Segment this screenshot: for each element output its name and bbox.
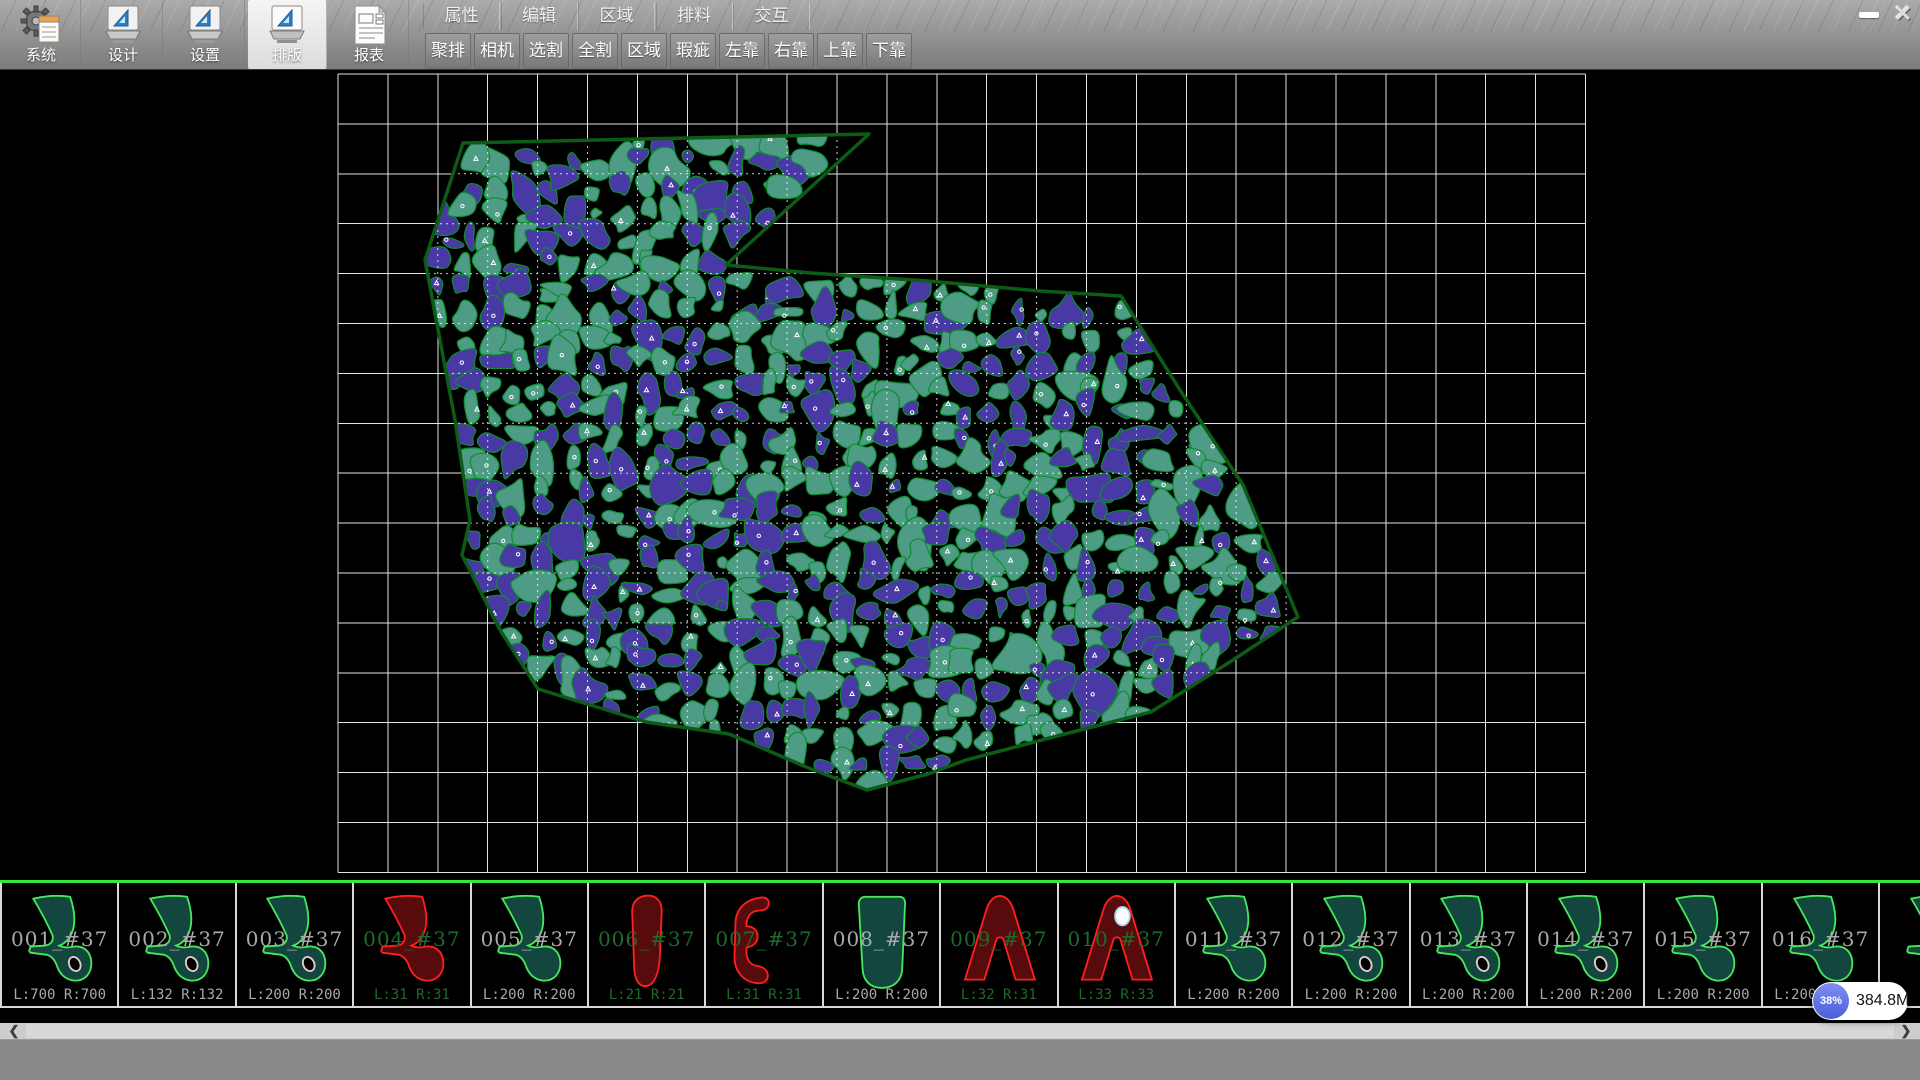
nav-button-5[interactable]: 报表 xyxy=(330,0,409,69)
piece-thumbnail-3[interactable]: 003_#37 L:200 R:200 xyxy=(237,883,354,1006)
nav-button-label: 设计 xyxy=(108,47,138,65)
tool-button-1[interactable]: 聚排 xyxy=(425,33,471,69)
nav-button-label: 设置 xyxy=(190,47,220,65)
menu-tab-3[interactable]: 区域 xyxy=(578,3,655,30)
piece-id-label: 003_#37 xyxy=(237,927,352,951)
piece-thumbnail-9[interactable]: 009_#37 L:32 R:31 xyxy=(941,883,1058,1006)
menu-tab-2[interactable]: 编辑 xyxy=(501,3,578,30)
scroll-right-icon[interactable]: ❯ xyxy=(1894,1023,1918,1039)
piece-thumbnail-7[interactable]: 007_#37 L:31 R:31 xyxy=(706,883,823,1006)
piece-id-label: 008_#37 xyxy=(824,927,939,951)
piece-lr-count-label: L:700 R:700 xyxy=(2,987,117,1003)
piece-thumbnail-2[interactable]: 002_#37 L:132 R:132 xyxy=(119,883,236,1006)
piece-id-label: 016_#37 xyxy=(1763,927,1878,951)
minimize-icon xyxy=(1859,12,1879,18)
piece-id-label: 015_#37 xyxy=(1645,927,1760,951)
piece-id-label: 002_#37 xyxy=(119,927,234,951)
tool-button-9[interactable]: 上靠 xyxy=(817,33,863,69)
piece-lr-count-label: L:33 R:33 xyxy=(1059,987,1174,1003)
tool-button-8[interactable]: 右靠 xyxy=(768,33,814,69)
piece-id-label: 014_#37 xyxy=(1528,927,1643,951)
menu-tab-5[interactable]: 交互 xyxy=(733,3,810,30)
piece-lr-count-label: L:200 R:200 xyxy=(1645,987,1760,1003)
tool-button-7[interactable]: 左靠 xyxy=(719,33,765,69)
progress-percent-badge: 38% xyxy=(1813,983,1849,1019)
piece-id-label: 001_#37 xyxy=(2,927,117,951)
piece-id-label: 010_#37 xyxy=(1059,927,1174,951)
piece-id-label: 004_#37 xyxy=(354,927,469,951)
tool-button-5[interactable]: 区域 xyxy=(621,33,667,69)
piece-thumbnail-15[interactable]: 015_#37 L:200 R:200 xyxy=(1645,883,1762,1006)
toolbar: 系统设计设置排版报表 属性编辑区域排料交互 聚排相机选割全割区域瑕疵左靠右靠上靠… xyxy=(0,0,1920,70)
piece-lr-count-label: L:32 R:31 xyxy=(941,987,1056,1003)
nesting-ruler-icon xyxy=(265,3,309,47)
nav-button-label: 报表 xyxy=(354,47,384,65)
piece-thumbnail-11[interactable]: 011_#37 L:200 R:200 xyxy=(1176,883,1293,1006)
piece-thumbnail-5[interactable]: 005_#37 L:200 R:200 xyxy=(472,883,589,1006)
piece-thumbnail-1[interactable]: 001_#37 L:700 R:700 xyxy=(2,883,119,1006)
minimize-button[interactable] xyxy=(1853,3,1885,26)
piece-thumbnail-12[interactable]: 012_#37 L:200 R:200 xyxy=(1293,883,1410,1006)
tool-button-6[interactable]: 瑕疵 xyxy=(670,33,716,69)
tool-button-10[interactable]: 下靠 xyxy=(866,33,912,69)
nesting-layout-drawing xyxy=(0,70,1920,880)
piece-thumbnail-10[interactable]: 010_#37 L:33 R:33 xyxy=(1059,883,1176,1006)
leather-nesting-app-window: 系统设计设置排版报表 属性编辑区域排料交互 聚排相机选割全割区域瑕疵左靠右靠上靠… xyxy=(0,0,1920,1080)
nav-button-2[interactable]: 设计 xyxy=(84,0,163,69)
status-bar xyxy=(0,1039,1920,1080)
system-gear-icon xyxy=(19,3,63,47)
piece-id-label: 009_#37 xyxy=(941,927,1056,951)
piece-thumbnail-strip: 001_#37L:700 R:700002_#37L:132 R:132003_… xyxy=(0,883,1920,1008)
close-button[interactable]: ✕ xyxy=(1888,0,1918,27)
piece-id-label: 011_#37 xyxy=(1176,927,1291,951)
progress-pill[interactable]: 38% 384.8M xyxy=(1812,982,1908,1020)
piece-lr-count-label: L:200 R:200 xyxy=(237,987,352,1003)
piece-lr-count-label: L:200 R:200 xyxy=(1411,987,1526,1003)
bottom-gap xyxy=(0,1008,1920,1023)
menu-tab-4[interactable]: 排料 xyxy=(656,3,733,30)
piece-thumbnail-13[interactable]: 013_#37 L:200 R:200 xyxy=(1411,883,1528,1006)
piece-id-label: 0 xyxy=(1880,927,1920,951)
piece-lr-count-label: L:31 R:31 xyxy=(354,987,469,1003)
piece-thumbnail-6[interactable]: 006_#37 L:21 R:21 xyxy=(589,883,706,1006)
piece-lr-count-label: L:132 R:132 xyxy=(119,987,234,1003)
piece-thumbnail-8[interactable]: 008_#37 L:200 R:200 xyxy=(824,883,941,1006)
piece-lr-count-label: L:31 R:31 xyxy=(706,987,821,1003)
piece-id-label: 012_#37 xyxy=(1293,927,1408,951)
horizontal-scrollbar[interactable]: ❮ ❯ xyxy=(0,1023,1920,1039)
piece-thumbnail-4[interactable]: 004_#37 L:31 R:31 xyxy=(354,883,471,1006)
piece-lr-count-label: L:21 R:21 xyxy=(589,987,704,1003)
tool-button-4[interactable]: 全割 xyxy=(572,33,618,69)
nav-button-label: 排版 xyxy=(272,47,302,65)
nav-button-3[interactable]: 设置 xyxy=(166,0,245,69)
nav-button-4[interactable]: 排版 xyxy=(248,0,327,69)
piece-lr-count-label: L:200 R:200 xyxy=(472,987,587,1003)
progress-size-label: 384.8M xyxy=(1856,992,1909,1010)
nav-button-1[interactable]: 系统 xyxy=(2,0,81,69)
settings-ruler-icon xyxy=(183,3,227,47)
piece-lr-count-label: L:200 R:200 xyxy=(1176,987,1291,1003)
piece-id-label: 005_#37 xyxy=(472,927,587,951)
nesting-canvas[interactable] xyxy=(0,70,1920,880)
piece-lr-count-label: L:200 R:200 xyxy=(1528,987,1643,1003)
nav-button-label: 系统 xyxy=(26,47,56,65)
scrollbar-thumb[interactable] xyxy=(26,1024,1894,1038)
piece-lr-count-label: L:200 R:200 xyxy=(824,987,939,1003)
menu-tab-1[interactable]: 属性 xyxy=(423,3,500,30)
tool-button-2[interactable]: 相机 xyxy=(474,33,520,69)
piece-thumbnail-14[interactable]: 014_#37 L:200 R:200 xyxy=(1528,883,1645,1006)
piece-lr-count-label: L:200 R:200 xyxy=(1293,987,1408,1003)
piece-id-label: 013_#37 xyxy=(1411,927,1526,951)
tool-button-3[interactable]: 选割 xyxy=(523,33,569,69)
piece-id-label: 007_#37 xyxy=(706,927,821,951)
report-doc-icon xyxy=(347,3,391,47)
design-ruler-icon xyxy=(101,3,145,47)
piece-id-label: 006_#37 xyxy=(589,927,704,951)
scroll-left-icon[interactable]: ❮ xyxy=(2,1023,26,1039)
